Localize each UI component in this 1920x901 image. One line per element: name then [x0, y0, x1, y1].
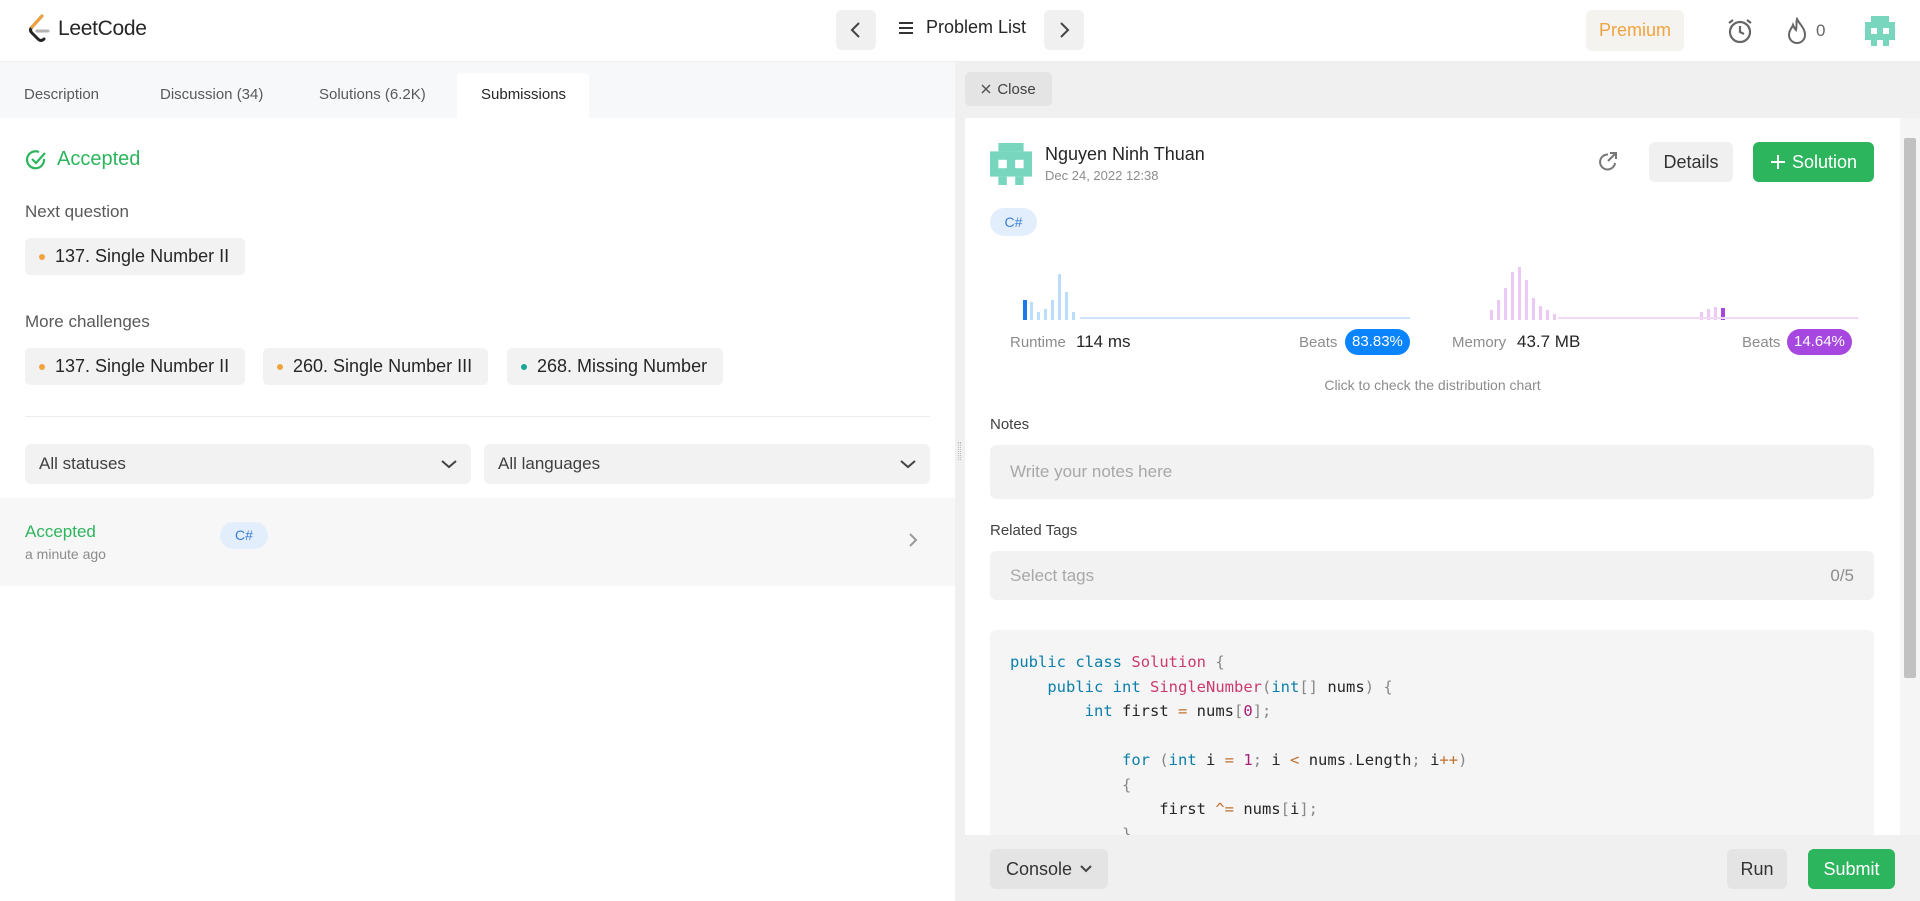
- difficulty-dot: [39, 253, 45, 260]
- tab-solutions[interactable]: Solutions (6.2K): [295, 73, 450, 118]
- chevron-down-icon: [441, 460, 457, 469]
- prev-problem-button[interactable]: [836, 10, 876, 50]
- memory-distribution-chart[interactable]: [1450, 262, 1860, 320]
- streak-count: 0: [1816, 21, 1826, 40]
- solution-label: Solution: [1791, 151, 1858, 172]
- chip-title: 137. Single Number II: [55, 356, 230, 376]
- chip-title: 137. Single Number II: [55, 246, 230, 266]
- accepted-label: Accepted: [57, 148, 141, 170]
- scrollbar-thumb[interactable]: [1904, 138, 1916, 678]
- check-circle-icon: [25, 149, 46, 169]
- submissions-panel: Accepted Next question 137. Single Numbe…: [0, 118, 955, 901]
- status-filter-value: All statuses: [39, 454, 126, 473]
- notes-input[interactable]: Write your notes here: [990, 445, 1874, 499]
- problem-list-label: Problem List: [926, 17, 1027, 37]
- logo-text: LeetCode: [58, 17, 147, 40]
- chip-title: 260. Single Number III: [293, 356, 473, 376]
- accepted-heading: Accepted: [25, 148, 140, 171]
- distribution-hint[interactable]: Click to check the distribution chart: [965, 377, 1900, 393]
- memory-beats-badge: 14.64%: [1787, 329, 1852, 355]
- tags-count: 0/5: [1830, 565, 1854, 585]
- language-filter-value: All languages: [498, 454, 601, 473]
- tags-placeholder: Select tags: [1010, 565, 1095, 585]
- list-icon: [899, 21, 913, 34]
- runtime-distribution-chart[interactable]: [1010, 262, 1410, 320]
- chip-title: 268. Missing Number: [537, 356, 708, 376]
- chevron-left-icon: [850, 22, 860, 38]
- chevron-down-icon: [900, 460, 916, 469]
- avatar[interactable]: [1865, 16, 1895, 46]
- submission-status: Accepted: [25, 522, 96, 541]
- difficulty-dot: [39, 363, 45, 370]
- plus-icon: [1770, 155, 1785, 169]
- problem-list-link[interactable]: Problem List: [898, 17, 1026, 38]
- chevron-down-icon: [1080, 865, 1092, 873]
- details-button[interactable]: Details: [1649, 142, 1733, 182]
- memory-value: 43.7 MB: [1517, 332, 1581, 351]
- difficulty-dot: [521, 363, 527, 370]
- submission-row[interactable]: Accepted a minute ago C#: [0, 498, 955, 586]
- logo[interactable]: LeetCode: [28, 14, 147, 44]
- close-icon: [981, 84, 991, 94]
- problem-tabs: Description Discussion (34) Solutions (6…: [0, 62, 955, 118]
- challenge-chip[interactable]: 260. Single Number III: [263, 348, 489, 385]
- next-question-label: Next question: [25, 202, 129, 221]
- alarm-clock-icon[interactable]: [1726, 17, 1754, 45]
- submission-language-badge: C#: [220, 522, 268, 549]
- premium-button[interactable]: Premium: [1586, 10, 1684, 51]
- tags-select[interactable]: Select tags 0/5: [990, 551, 1874, 600]
- close-label: Close: [997, 80, 1036, 98]
- leetcode-logo-icon: [29, 14, 50, 42]
- code-language-badge: C#: [990, 208, 1037, 236]
- user-name[interactable]: Nguyen Ninh Thuan: [1045, 144, 1205, 165]
- chevron-right-icon: [1060, 22, 1070, 38]
- tab-discussion[interactable]: Discussion (34): [136, 73, 287, 118]
- close-button[interactable]: Close: [965, 72, 1052, 106]
- submission-date: Dec 24, 2022 12:38: [1045, 168, 1159, 183]
- notes-label: Notes: [990, 416, 1030, 433]
- status-filter-select[interactable]: All statuses: [25, 444, 471, 484]
- grip-icon: [958, 442, 961, 460]
- code-viewer[interactable]: public class Solution { public int Singl…: [990, 630, 1874, 835]
- runtime-label: Runtime: [1010, 334, 1066, 351]
- runtime-beats-label: Beats: [1299, 334, 1338, 351]
- tab-submissions[interactable]: Submissions: [457, 73, 589, 118]
- run-button[interactable]: Run: [1727, 849, 1787, 889]
- submission-time: a minute ago: [25, 546, 106, 562]
- challenge-chip[interactable]: 137. Single Number II: [25, 348, 246, 385]
- streak-counter[interactable]: 0: [1786, 17, 1825, 45]
- related-tags-label: Related Tags: [990, 522, 1078, 539]
- fire-icon: [1787, 17, 1807, 44]
- console-label: Console: [1005, 858, 1073, 879]
- memory-beats-label: Beats: [1742, 334, 1781, 351]
- post-solution-button[interactable]: Solution: [1753, 142, 1874, 182]
- detail-scrollbar[interactable]: [1900, 118, 1920, 835]
- next-question-chip[interactable]: 137. Single Number II: [25, 238, 246, 275]
- next-problem-button[interactable]: [1044, 10, 1084, 50]
- share-icon[interactable]: [1596, 150, 1620, 174]
- user-avatar: [990, 143, 1032, 185]
- difficulty-dot: [277, 363, 283, 370]
- runtime-value: 114 ms: [1076, 332, 1131, 351]
- more-challenges-label: More challenges: [25, 312, 150, 331]
- divider: [25, 416, 930, 417]
- notes-placeholder: Write your notes here: [1010, 462, 1173, 481]
- runtime-beats-badge: 83.83%: [1345, 329, 1410, 355]
- memory-label: Memory: [1452, 334, 1507, 351]
- panel-resize-handle[interactable]: [955, 62, 965, 901]
- tab-description[interactable]: Description: [0, 73, 123, 118]
- challenge-chip[interactable]: 268. Missing Number: [507, 348, 724, 385]
- console-toggle-button[interactable]: Console: [990, 849, 1108, 889]
- top-navbar: LeetCode Problem List Premium 0: [0, 0, 1920, 62]
- detail-toolbar: [965, 62, 1920, 118]
- chevron-right-icon: [909, 533, 918, 547]
- submit-button[interactable]: Submit: [1808, 849, 1895, 889]
- language-filter-select[interactable]: All languages: [484, 444, 930, 484]
